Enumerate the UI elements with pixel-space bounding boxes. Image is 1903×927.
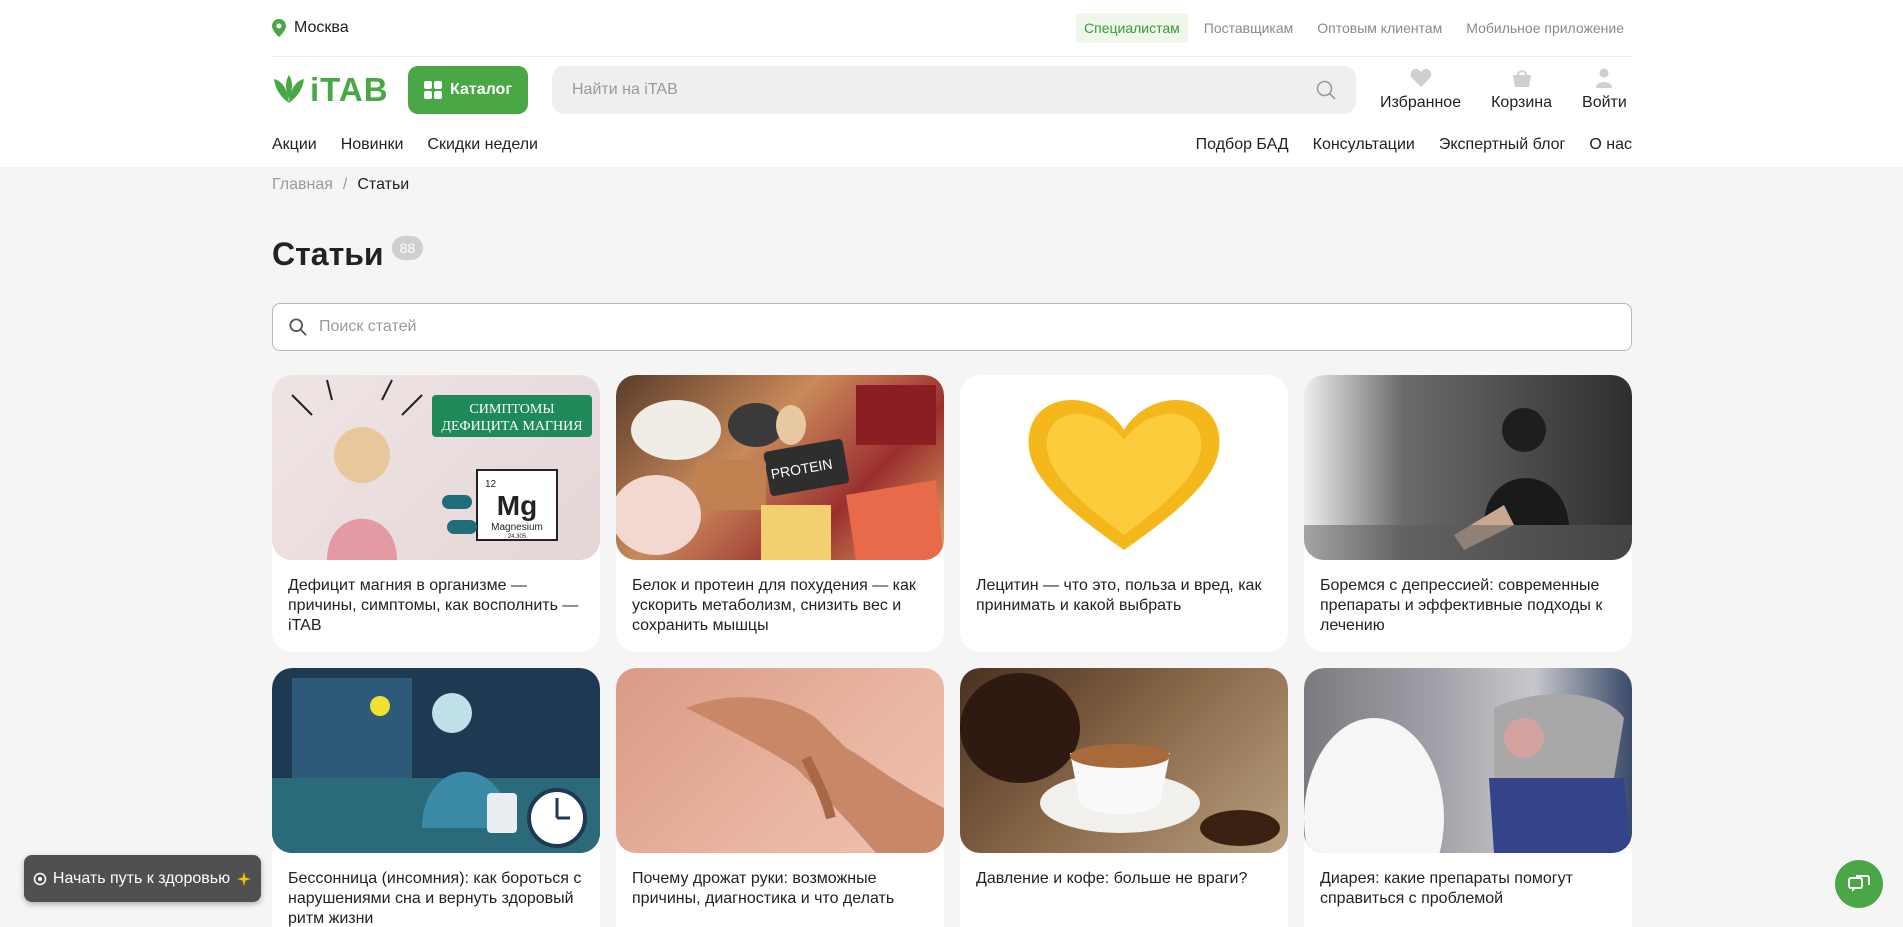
page-title: Статьи bbox=[272, 236, 384, 272]
sparkle-icon bbox=[33, 872, 47, 885]
nav-promotions[interactable]: Акции bbox=[272, 136, 317, 154]
main-bar: iTAB Каталог Избранное Корзина bbox=[272, 57, 1632, 123]
article-card[interactable]: Давление и кофе: больше не враги? bbox=[960, 668, 1288, 927]
basket-icon bbox=[1512, 70, 1531, 87]
article-title: Давление и кофе: больше не враги? bbox=[976, 870, 1248, 887]
search-icon bbox=[289, 318, 307, 336]
magnesium-atomic-number: 12 bbox=[485, 479, 497, 490]
breadcrumb-current: Статьи bbox=[357, 176, 410, 193]
article-image-lecithin bbox=[960, 375, 1288, 560]
stars-icon bbox=[237, 871, 252, 886]
article-card[interactable]: Боремся с депрессией: современные препар… bbox=[1304, 375, 1632, 652]
nav-weekly-discounts[interactable]: Скидки недели bbox=[427, 136, 538, 154]
cart-button[interactable]: Корзина bbox=[1491, 68, 1552, 112]
magnesium-symbol: Mg bbox=[497, 490, 537, 521]
article-title: Бессонница (инсомния): как бороться с на… bbox=[288, 870, 582, 927]
favorites-label: Избранное bbox=[1380, 94, 1462, 111]
article-image-magnesium: СИМПТОМЫ ДЕФИЦИТА МАГНИЯ 12 Mg Magnesium… bbox=[272, 375, 600, 560]
heart-icon bbox=[1410, 68, 1431, 87]
health-path-label: Начать путь к здоровью bbox=[52, 869, 231, 887]
article-card[interactable]: Лецитин — что это, польза и вред, как пр… bbox=[960, 375, 1288, 652]
toplink-mobile-app[interactable]: Мобильное приложение bbox=[1458, 13, 1632, 43]
search-icon[interactable] bbox=[1316, 80, 1336, 100]
article-image-protein: PROTEIN bbox=[616, 375, 944, 560]
site-header: Москва Специалистам Поставщикам Оптовым … bbox=[0, 0, 1903, 167]
article-title: Дефицит магния в организме — причины, си… bbox=[288, 577, 579, 634]
article-title: Почему дрожат руки: возможные причины, д… bbox=[632, 870, 895, 907]
city-selector[interactable]: Москва bbox=[272, 19, 349, 37]
nav-consultations[interactable]: Консультации bbox=[1313, 136, 1415, 154]
article-title: Лецитин — что это, польза и вред, как пр… bbox=[976, 577, 1262, 614]
catalog-label: Каталог bbox=[450, 81, 512, 98]
site-search bbox=[552, 66, 1356, 114]
cart-label: Корзина bbox=[1491, 94, 1553, 111]
article-grid: СИМПТОМЫ ДЕФИЦИТА МАГНИЯ 12 Mg Magnesium… bbox=[272, 375, 1632, 927]
toplink-specialists[interactable]: Специалистам bbox=[1076, 13, 1188, 43]
leaf-logo-icon bbox=[274, 75, 304, 103]
magnesium-banner-line1: СИМПТОМЫ bbox=[469, 402, 554, 417]
topbar: Москва Специалистам Поставщикам Оптовым … bbox=[272, 0, 1632, 57]
health-path-button[interactable]: Начать путь к здоровью bbox=[24, 855, 261, 902]
chat-button[interactable] bbox=[1835, 860, 1883, 908]
grid-icon bbox=[424, 81, 442, 99]
favorites-button[interactable]: Избранное bbox=[1380, 68, 1461, 112]
article-title: Боремся с депрессией: современные препар… bbox=[1320, 577, 1603, 634]
logo-text: iTAB bbox=[310, 71, 389, 108]
article-card[interactable]: Почему дрожат руки: возможные причины, д… bbox=[616, 668, 944, 927]
article-title: Белок и протеин для похудения — как уско… bbox=[632, 577, 916, 634]
login-button[interactable]: Войти bbox=[1582, 68, 1627, 112]
site-search-input[interactable] bbox=[572, 81, 1316, 99]
magnesium-element-name: Magnesium bbox=[491, 522, 543, 533]
breadcrumb-home[interactable]: Главная bbox=[272, 176, 333, 194]
article-search-input[interactable] bbox=[319, 318, 1615, 336]
toplink-suppliers[interactable]: Поставщикам bbox=[1196, 13, 1302, 43]
breadcrumb: Главная / Статьи bbox=[272, 176, 1632, 194]
top-links: Специалистам Поставщикам Оптовым клиента… bbox=[1076, 13, 1632, 43]
nav-supplement-selection[interactable]: Подбор БАД bbox=[1196, 136, 1289, 154]
logo[interactable]: iTAB bbox=[272, 71, 408, 109]
magnesium-banner-line2: ДЕФИЦИТА МАГНИЯ bbox=[441, 419, 582, 434]
nav-new[interactable]: Новинки bbox=[341, 136, 404, 154]
article-search bbox=[272, 303, 1632, 351]
article-image-coffee bbox=[960, 668, 1288, 853]
login-label: Войти bbox=[1582, 94, 1627, 111]
breadcrumb-separator: / bbox=[342, 176, 348, 193]
location-pin-icon bbox=[272, 19, 286, 37]
main-nav: Акции Новинки Скидки недели Подбор БАД К… bbox=[272, 123, 1632, 167]
nav-about[interactable]: О нас bbox=[1589, 136, 1632, 154]
article-image-shaking-hands bbox=[616, 668, 944, 853]
article-card[interactable]: Диарея: какие препараты помогут справить… bbox=[1304, 668, 1632, 927]
article-title: Диарея: какие препараты помогут справить… bbox=[1320, 870, 1573, 907]
user-icon bbox=[1596, 68, 1613, 88]
toplink-wholesale[interactable]: Оптовым клиентам bbox=[1309, 13, 1450, 43]
main-content: Главная / Статьи Статьи 88 СИМПТОМЫ ДЕФИ… bbox=[272, 176, 1632, 927]
article-card[interactable]: PROTEIN Белок и протеин для похудения — … bbox=[616, 375, 944, 652]
header-actions: Избранное Корзина Войти bbox=[1380, 68, 1627, 112]
city-name: Москва bbox=[294, 19, 349, 36]
nav-expert-blog[interactable]: Экспертный блог bbox=[1439, 136, 1566, 154]
article-card[interactable]: Бессонница (инсомния): как бороться с на… bbox=[272, 668, 600, 927]
article-count-badge: 88 bbox=[391, 236, 424, 260]
article-image-diarrhea bbox=[1304, 668, 1632, 853]
catalog-button[interactable]: Каталог bbox=[408, 66, 528, 114]
article-image-insomnia bbox=[272, 668, 600, 853]
magnesium-atomic-mass: 24.305 bbox=[508, 534, 527, 540]
article-image-depression bbox=[1304, 375, 1632, 560]
chat-icon bbox=[1848, 875, 1870, 892]
article-card[interactable]: СИМПТОМЫ ДЕФИЦИТА МАГНИЯ 12 Mg Magnesium… bbox=[272, 375, 600, 652]
